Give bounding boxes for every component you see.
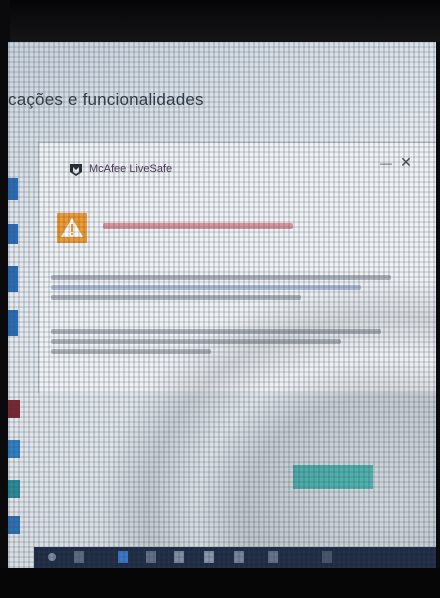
message-line bbox=[51, 285, 361, 290]
warning-triangle-icon bbox=[57, 213, 87, 243]
search-icon[interactable] bbox=[48, 553, 56, 561]
people-icon[interactable] bbox=[268, 551, 278, 563]
alert-title bbox=[103, 223, 293, 229]
taskbar bbox=[34, 547, 436, 568]
brand-title: McAfee LiveSafe bbox=[89, 163, 173, 175]
mail-icon[interactable] bbox=[204, 551, 214, 563]
popup-header: McAfee LiveSafe — ✕ bbox=[39, 143, 436, 183]
mcafee-shield-icon bbox=[70, 164, 82, 176]
monitor-bezel-bottom bbox=[0, 568, 440, 598]
page-heading: cações e funcionalidades bbox=[8, 90, 204, 109]
message-line bbox=[51, 295, 301, 300]
message-line bbox=[51, 349, 211, 354]
photos-icon[interactable] bbox=[234, 551, 244, 563]
message-line bbox=[51, 275, 391, 280]
store-icon[interactable] bbox=[146, 551, 156, 563]
edge-icon[interactable] bbox=[118, 551, 128, 563]
close-button[interactable]: ✕ bbox=[397, 153, 415, 171]
message-line bbox=[51, 329, 381, 334]
app-tile[interactable] bbox=[8, 440, 20, 458]
task-view-icon[interactable] bbox=[74, 551, 84, 563]
settings-icon[interactable] bbox=[322, 551, 332, 563]
app-tile[interactable] bbox=[8, 516, 20, 534]
monitor-bezel-top bbox=[0, 0, 440, 42]
file-explorer-icon[interactable] bbox=[174, 551, 184, 563]
app-tile[interactable] bbox=[8, 480, 20, 498]
photo-frame: cações e funcionalidades McAfee LiveSafe… bbox=[0, 0, 440, 598]
message-line bbox=[51, 339, 341, 344]
screen: cações e funcionalidades McAfee LiveSafe… bbox=[8, 42, 436, 568]
action-button[interactable] bbox=[293, 465, 373, 489]
app-tile[interactable] bbox=[8, 400, 20, 418]
mcafee-popup: McAfee LiveSafe — ✕ bbox=[38, 142, 436, 393]
minimize-button[interactable]: — bbox=[377, 155, 395, 171]
